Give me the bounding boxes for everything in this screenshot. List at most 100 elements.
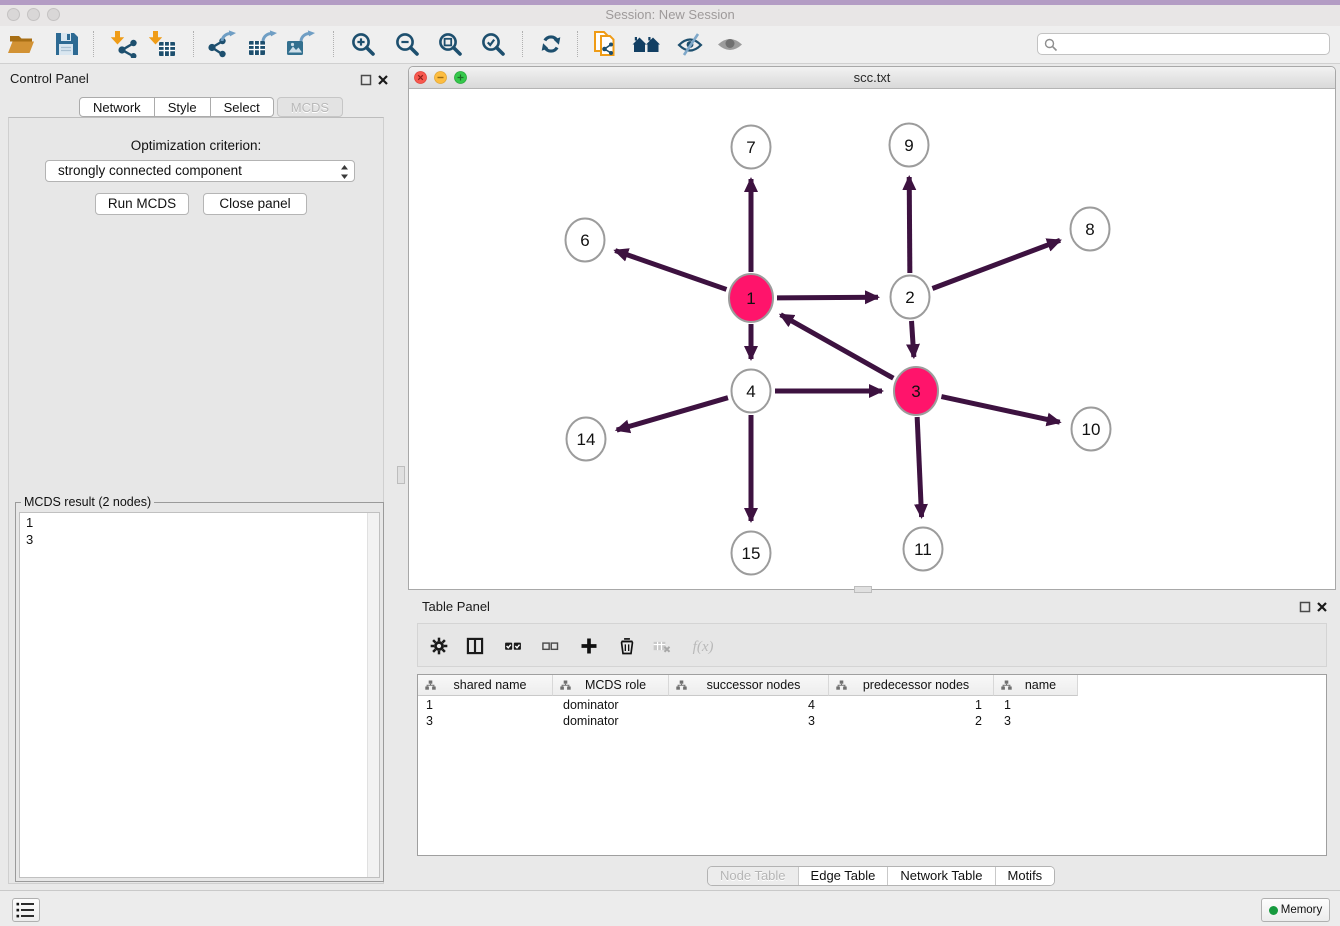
node-label-3: 3 (911, 382, 920, 401)
app-titlebar: Session: New Session (0, 5, 1340, 26)
birds-eye-icon[interactable] (715, 30, 745, 58)
tab-select[interactable]: Select (211, 97, 274, 117)
zoom-selected-icon[interactable] (478, 30, 508, 58)
toolbar-separator (193, 31, 194, 57)
node-label-15: 15 (742, 544, 761, 563)
network-window-titlebar[interactable]: scc.txt (409, 67, 1335, 89)
column-header-shared-name[interactable]: shared name (418, 675, 553, 696)
edge-1-6[interactable] (615, 251, 726, 290)
close-panel-button[interactable]: Close panel (203, 193, 307, 215)
trash-icon[interactable] (617, 636, 637, 656)
edge-2-3[interactable] (912, 321, 914, 357)
hide-details-icon[interactable] (675, 30, 705, 58)
tab-network-table[interactable]: Network Table (888, 867, 995, 885)
edge-3-10[interactable] (941, 397, 1059, 423)
memory-status-icon (1269, 906, 1278, 915)
mcds-panel: Optimization criterion: strongly connect… (8, 117, 384, 884)
network-graph[interactable]: 7968124314101511 (409, 89, 1335, 589)
status-bar: Memory (0, 890, 1340, 926)
cell: 3 (994, 713, 1078, 729)
horizontal-splitter-handle[interactable] (854, 586, 872, 593)
refresh-icon[interactable] (536, 30, 566, 58)
mcds-result-title: MCDS result (2 nodes) (21, 495, 154, 509)
columns-icon[interactable] (465, 636, 485, 656)
dropdown-stepper-icon (340, 164, 349, 180)
tab-network[interactable]: Network (79, 97, 155, 117)
table-row-1[interactable]: 1dominator411 (418, 697, 1078, 713)
window-close-button[interactable] (7, 8, 20, 21)
tab-mcds[interactable]: MCDS (277, 97, 343, 117)
control-panel-tabs: NetworkStyleSelectMCDS (79, 97, 343, 117)
node-label-9: 9 (904, 136, 913, 155)
node-label-1: 1 (746, 289, 755, 308)
mcds-result-scrollbar[interactable] (367, 513, 379, 877)
node-table: shared nameMCDS rolesuccessor nodesprede… (417, 674, 1327, 856)
vertical-splitter-handle[interactable] (397, 466, 405, 484)
search-icon (1044, 38, 1058, 52)
export-network-icon[interactable] (206, 30, 236, 58)
control-panel-title: Control Panel (10, 71, 89, 86)
network-overview-icon[interactable] (632, 30, 662, 58)
search-input[interactable] (1037, 33, 1330, 55)
export-table-icon[interactable] (247, 30, 277, 58)
window-zoom-button[interactable] (47, 8, 60, 21)
toolbar-separator (93, 31, 94, 57)
network-zoom-button[interactable] (454, 71, 467, 84)
tab-motifs[interactable]: Motifs (996, 867, 1055, 885)
cell: 1 (994, 697, 1078, 713)
zoom-in-icon[interactable] (348, 30, 378, 58)
network-minimize-button[interactable] (434, 71, 447, 84)
optimization-dropdown[interactable]: strongly connected component (45, 160, 355, 182)
tab-style[interactable]: Style (155, 97, 211, 117)
memory-button[interactable]: Memory (1261, 898, 1330, 922)
node-label-4: 4 (746, 382, 755, 401)
app-title: Session: New Session (0, 5, 1340, 25)
mcds-result-box: MCDS result (2 nodes) 1 3 (15, 502, 384, 882)
edge-2-9[interactable] (909, 177, 910, 273)
column-header-successor-nodes[interactable]: successor nodes (669, 675, 829, 696)
clone-network-icon[interactable] (590, 30, 620, 58)
table-panel-tabs: Node TableEdge TableNetwork TableMotifs (707, 866, 1055, 886)
open-session-icon[interactable] (6, 30, 36, 58)
control-panel-close-button[interactable] (377, 74, 389, 86)
table-panel-float-button[interactable] (1299, 601, 1311, 613)
export-image-icon[interactable] (285, 30, 315, 58)
node-label-8: 8 (1085, 220, 1094, 239)
tab-edge-table[interactable]: Edge Table (799, 867, 889, 885)
cell: 3 (669, 713, 829, 729)
window-minimize-button[interactable] (27, 8, 40, 21)
edge-4-14[interactable] (617, 398, 728, 430)
table-panel-close-button[interactable] (1316, 601, 1328, 613)
zoom-out-icon[interactable] (392, 30, 422, 58)
save-session-icon[interactable] (51, 30, 81, 58)
column-header-predecessor-nodes[interactable]: predecessor nodes (829, 675, 994, 696)
import-network-icon[interactable] (109, 30, 139, 58)
cell: dominator (553, 713, 669, 729)
column-header-name[interactable]: name (994, 675, 1078, 696)
column-header-MCDS-role[interactable]: MCDS role (553, 675, 669, 696)
table-panel-title: Table Panel (422, 599, 490, 614)
select-all-icon[interactable] (503, 636, 523, 656)
table-row-2[interactable]: 3dominator323 (418, 713, 1078, 729)
edge-3-11[interactable] (917, 417, 921, 517)
edge-2-8[interactable] (932, 240, 1060, 288)
mcds-result-area[interactable]: 1 3 (19, 512, 380, 878)
task-history-button[interactable] (12, 898, 40, 922)
edge-3-1[interactable] (781, 315, 894, 379)
run-mcds-button[interactable]: Run MCDS (95, 193, 189, 215)
optimization-label: Optimization criterion: (9, 138, 383, 153)
add-icon[interactable] (579, 636, 599, 656)
toolbar-separator (522, 31, 523, 57)
cell: 2 (829, 713, 994, 729)
tab-node-table[interactable]: Node Table (708, 867, 799, 885)
unselect-all-icon[interactable] (540, 636, 560, 656)
import-table-icon[interactable] (147, 30, 177, 58)
edge-1-2[interactable] (777, 297, 878, 298)
gear-icon[interactable] (429, 636, 449, 656)
table-toolbar: f(x) (417, 623, 1327, 667)
zoom-fit-icon[interactable] (435, 30, 465, 58)
mcds-result-text: 1 3 (26, 514, 33, 548)
node-label-10: 10 (1082, 420, 1101, 439)
control-panel-float-button[interactable] (360, 74, 372, 86)
network-close-button[interactable] (414, 71, 427, 84)
